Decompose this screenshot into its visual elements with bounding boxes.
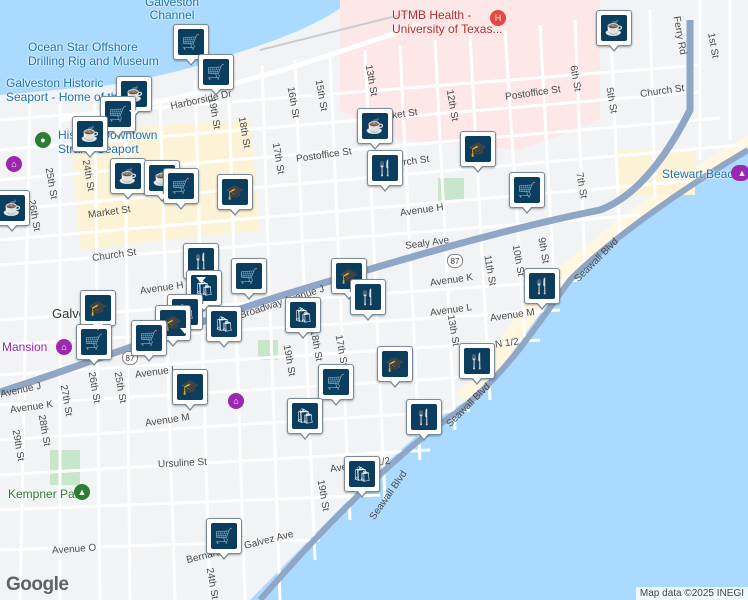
shopping-cart-pin[interactable]: 🛒 xyxy=(231,258,267,300)
shopping-cart-icon: 🛒 xyxy=(178,29,204,55)
coffee-pin[interactable]: ☕ xyxy=(72,116,108,158)
stewart-beach-label[interactable]: Stewart Beach xyxy=(662,167,740,181)
shopping-cart-pin[interactable]: 🛒 xyxy=(131,320,167,362)
shopping-cart-pin[interactable]: 🛒 xyxy=(198,54,234,96)
shopping-cart-icon: 🛒 xyxy=(203,59,229,85)
school-icon: 🎓 xyxy=(222,179,248,205)
school-pin[interactable]: 🎓 xyxy=(377,346,413,388)
museum-icon-2[interactable]: ⌂ xyxy=(6,156,22,172)
restaurant-pin[interactable]: 🍴 xyxy=(524,268,560,310)
coffee-icon: ☕ xyxy=(115,163,141,189)
shopping-bag-icon: 🛍 xyxy=(211,311,237,337)
mansion-label[interactable]: Mansion xyxy=(2,340,47,354)
kempner-park-icon[interactable]: ▲ xyxy=(74,484,90,500)
park-marker-icon[interactable]: ● xyxy=(35,132,51,148)
restaurant-pin[interactable]: 🍴 xyxy=(406,399,442,441)
shopping-bag-pin[interactable]: 🛍 xyxy=(287,398,323,440)
restaurant-icon: 🍴 xyxy=(411,404,437,430)
shopping-cart-icon: 🛒 xyxy=(236,263,262,289)
restaurant-icon: 🍴 xyxy=(372,155,398,181)
shopping-cart-icon: 🛒 xyxy=(105,101,131,127)
galveston-channel-label: Galveston Channel xyxy=(145,0,200,22)
school-icon: 🎓 xyxy=(382,351,408,377)
shopping-bag-icon: 🛍 xyxy=(290,302,316,328)
map-attribution[interactable]: Map data ©2025 INEGI xyxy=(635,587,748,600)
shopping-bag-icon: 🛍 xyxy=(349,461,375,487)
shopping-bag-pin[interactable]: 🛍 xyxy=(344,456,380,498)
restaurant-icon: 🍴 xyxy=(529,273,555,299)
shopping-cart-icon: 🛒 xyxy=(81,329,107,355)
restaurant-icon: 🍴 xyxy=(464,348,490,374)
shopping-cart-icon: 🛒 xyxy=(514,177,540,203)
shopping-bag-icon: 🛍 xyxy=(292,403,318,429)
coffee-pin[interactable]: ☕ xyxy=(110,158,146,200)
google-logo: Google xyxy=(6,574,69,595)
route-87-shield: 87 xyxy=(447,254,463,268)
hospital-icon[interactable]: H xyxy=(490,10,506,26)
coffee-icon: ☕ xyxy=(77,121,103,147)
coffee-icon: ☕ xyxy=(601,15,627,41)
shopping-cart-icon: 🛒 xyxy=(136,325,162,351)
utmb-label[interactable]: UTMB Health - University of Texas... xyxy=(392,8,502,36)
coffee-icon: ☕ xyxy=(0,195,25,221)
kempner-park-label[interactable]: Kempner Park xyxy=(8,487,85,501)
shopping-cart-pin[interactable]: 🛒 xyxy=(509,172,545,214)
shopping-cart-icon: 🛒 xyxy=(323,369,349,395)
map-canvas[interactable]: Galveston Channel Ocean Star Offshore Dr… xyxy=(0,0,748,600)
shopping-bag-pin[interactable]: 🛍 xyxy=(285,297,321,339)
coffee-icon: ☕ xyxy=(362,113,388,139)
school-icon: 🎓 xyxy=(85,295,111,321)
restaurant-pin[interactable]: 🍴 xyxy=(367,150,403,192)
school-pin[interactable]: 🎓 xyxy=(172,369,208,411)
shopping-bag-pin[interactable]: 🛍 xyxy=(206,306,242,348)
ocean-star-label[interactable]: Ocean Star Offshore Drilling Rig and Mus… xyxy=(28,40,159,68)
kempner-park-area xyxy=(50,450,80,485)
museum-icon-3[interactable]: ⌂ xyxy=(228,393,244,409)
coffee-pin[interactable]: ☕ xyxy=(596,10,632,52)
shopping-cart-pin[interactable]: 🛒 xyxy=(163,168,199,210)
museum-icon[interactable]: ⌂ xyxy=(56,339,72,355)
shopping-cart-pin[interactable]: 🛒 xyxy=(206,518,242,560)
coffee-pin[interactable]: ☕ xyxy=(357,108,393,150)
restaurant-pin[interactable]: 🍴 xyxy=(459,343,495,385)
school-pin[interactable]: 🎓 xyxy=(80,290,116,332)
shopping-cart-icon: 🛒 xyxy=(168,173,194,199)
coffee-pin[interactable]: ☕ xyxy=(0,190,30,232)
shopping-cart-pin[interactable]: 🛒 xyxy=(318,364,354,406)
beach-icon-2[interactable]: ▲ xyxy=(734,165,748,181)
school-icon: 🎓 xyxy=(465,136,491,162)
school-pin[interactable]: 🎓 xyxy=(217,174,253,216)
school-icon: 🎓 xyxy=(177,374,203,400)
restaurant-icon: 🍴 xyxy=(355,284,381,310)
school-pin[interactable]: 🎓 xyxy=(460,131,496,173)
restaurant-pin[interactable]: 🍴 xyxy=(350,279,386,321)
shopping-cart-icon: 🛒 xyxy=(211,523,237,549)
